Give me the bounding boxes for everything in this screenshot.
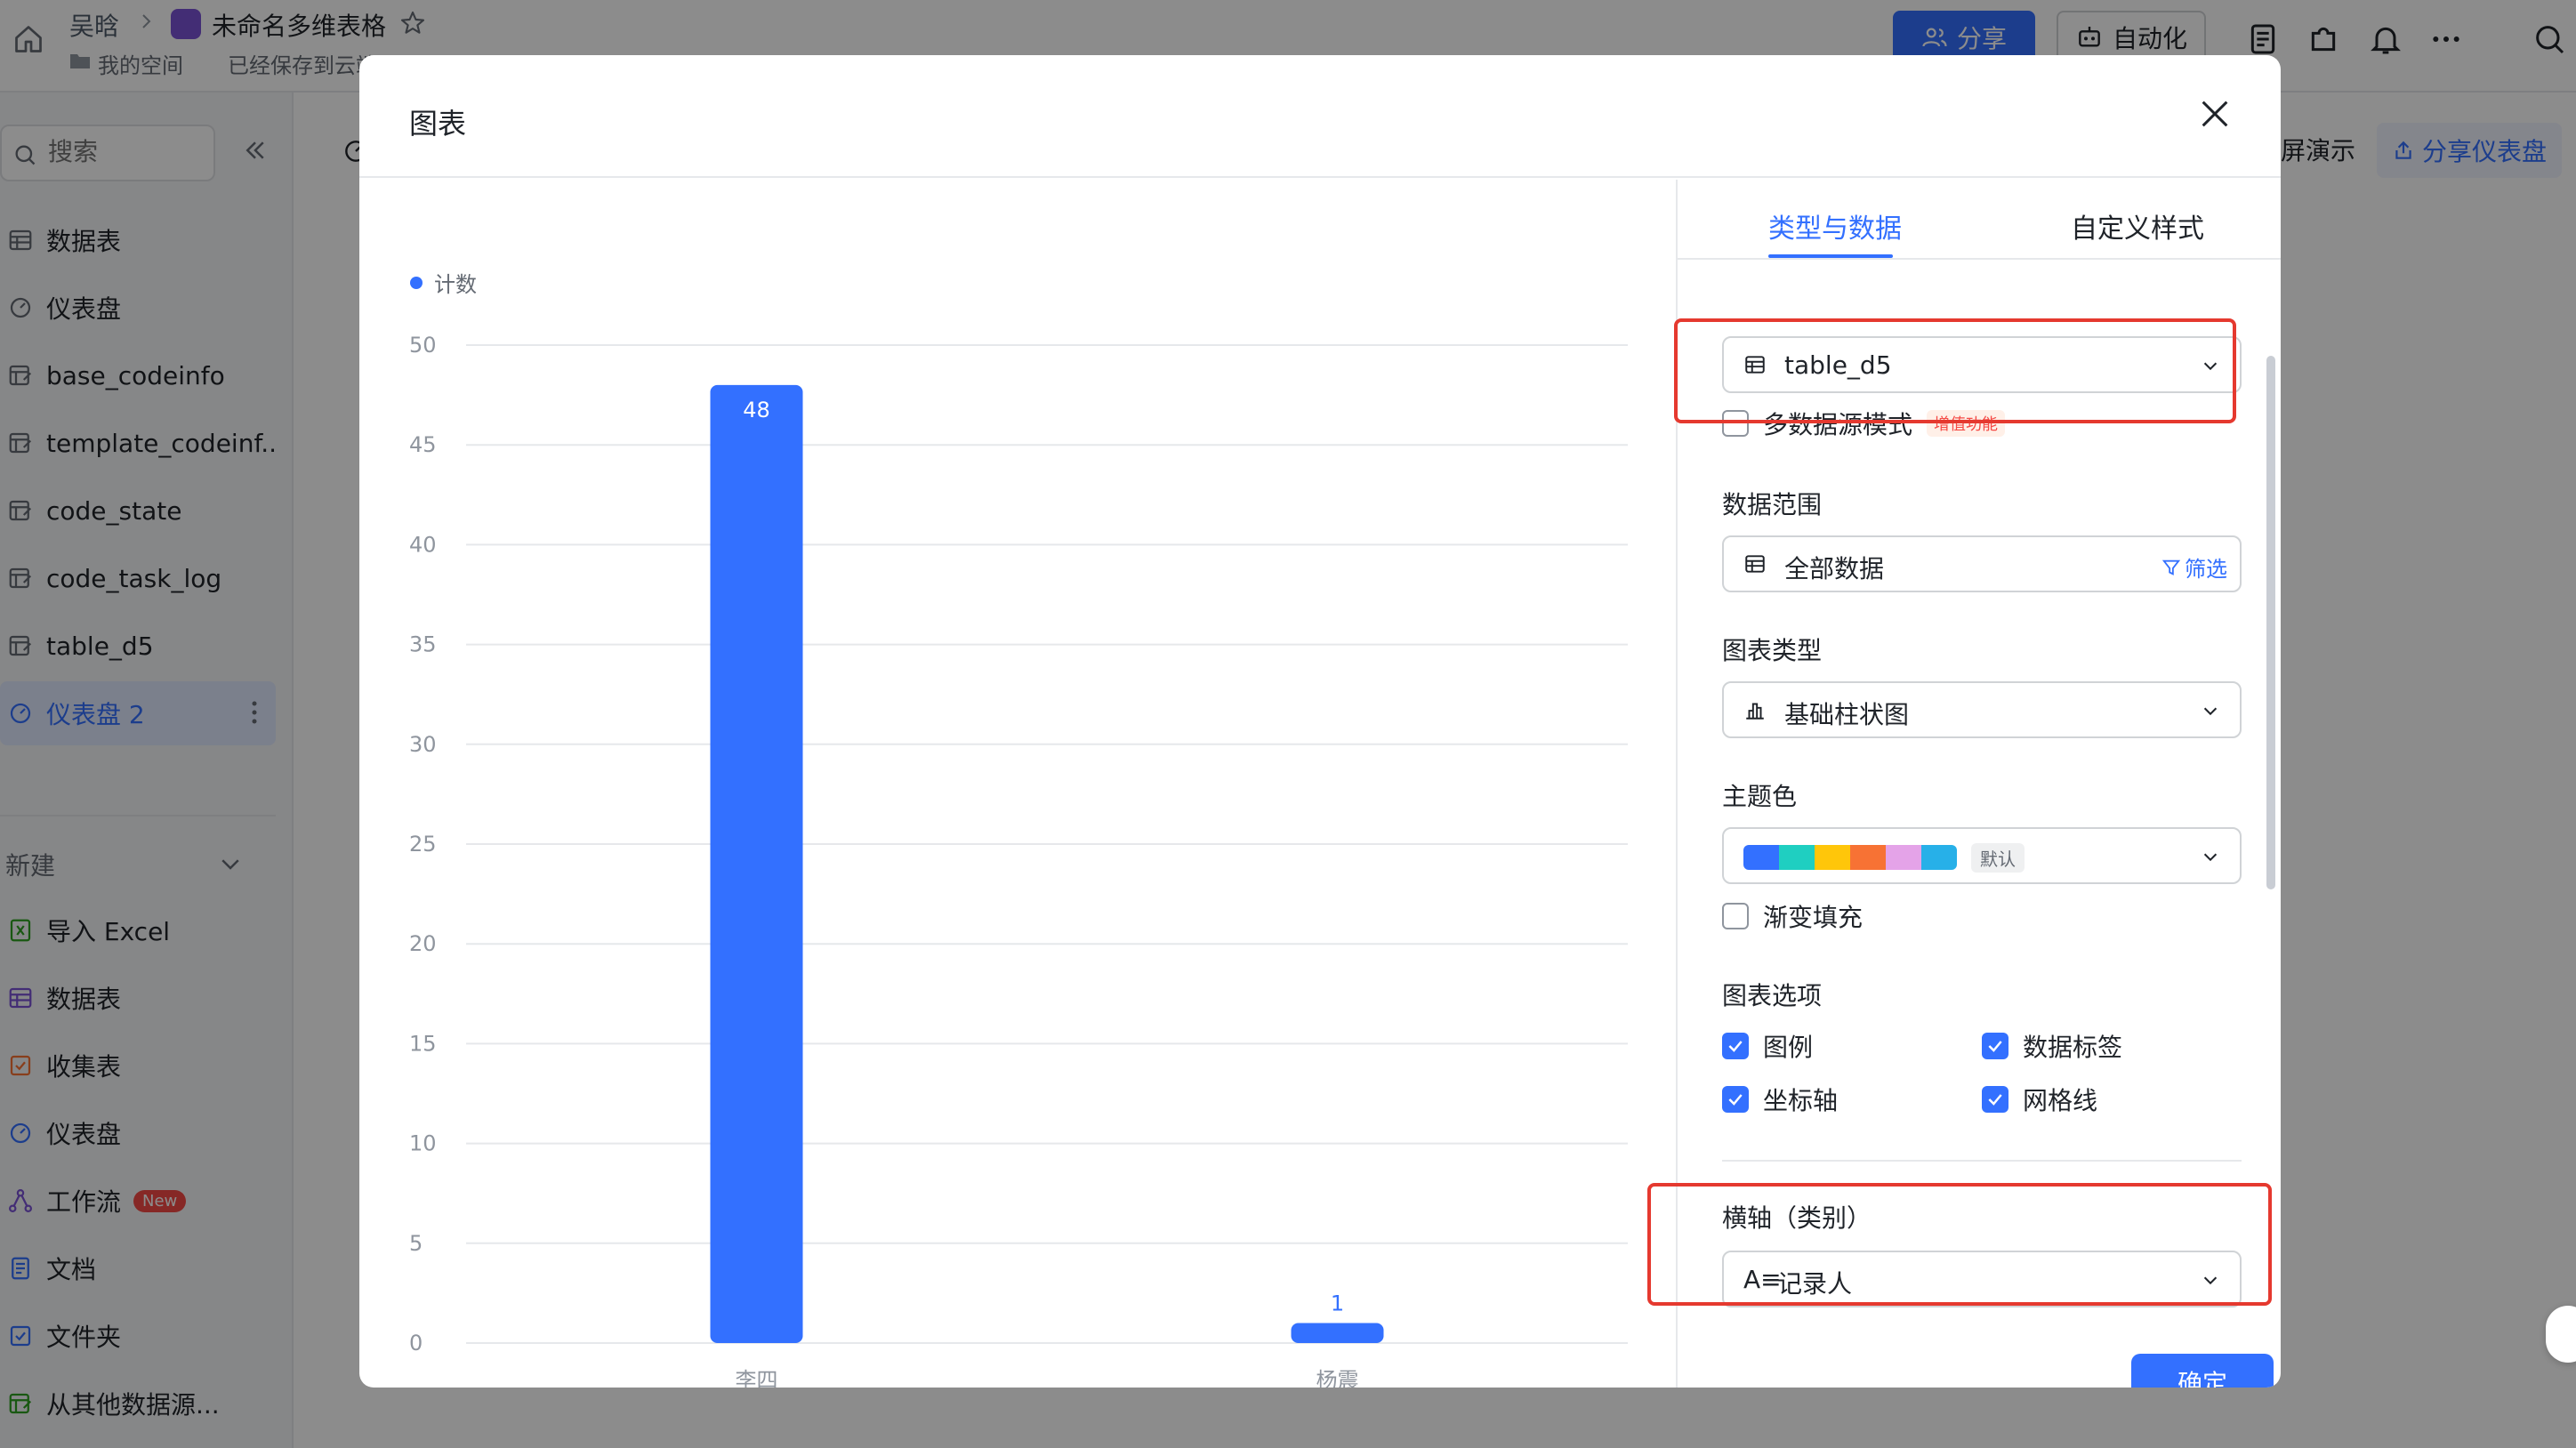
chevron-down-icon xyxy=(2203,853,2218,862)
checkbox-checked[interactable] xyxy=(1722,1086,1749,1113)
chevron-down-icon xyxy=(2203,707,2218,716)
bar-chart: 计数 0 5 10 15 20 25 30 35 40 45 50 48 李四 1 杨震 xyxy=(409,272,1628,1388)
chart-type-label: 图表类型 xyxy=(1722,636,1823,665)
y-tick-label: 25 xyxy=(409,832,437,857)
legend-label: 计数 xyxy=(434,272,477,297)
option-data-labels[interactable]: 数据标签 xyxy=(1982,1028,2122,1064)
y-tick-label: 15 xyxy=(409,1031,437,1056)
theme-palette xyxy=(1743,845,1957,870)
option-label: 图例 xyxy=(1763,1033,1814,1062)
gradient-label: 渐变填充 xyxy=(1763,903,1864,932)
y-tick-label: 50 xyxy=(409,333,437,358)
chart-modal: 图表 计数 0 5 10 15 20 25 30 35 40 45 50 48 李四 1 杨震 类型与数据 自… xyxy=(359,55,2281,1388)
chart-type-value: 基础柱状图 xyxy=(1784,700,1910,729)
close-icon[interactable] xyxy=(2197,96,2233,132)
chart-type-select[interactable]: 基础柱状图 xyxy=(1722,681,2242,738)
y-tick-label: 0 xyxy=(409,1331,423,1355)
checkbox-checked[interactable] xyxy=(1982,1086,2008,1113)
y-tick-label: 5 xyxy=(409,1231,423,1256)
option-axis[interactable]: 坐标轴 xyxy=(1722,1082,1838,1117)
y-tick-label: 30 xyxy=(409,732,437,757)
theme-color-swatch xyxy=(1743,845,1779,870)
checkbox-checked[interactable] xyxy=(1982,1033,2008,1059)
tab-divider xyxy=(1678,258,2281,260)
option-label: 网格线 xyxy=(2023,1086,2098,1115)
gradient-checkbox[interactable]: 渐变填充 xyxy=(1722,898,1863,934)
panel-scrollbar[interactable] xyxy=(2266,356,2275,889)
theme-select[interactable]: 默认 xyxy=(1722,827,2242,884)
bar xyxy=(1291,1323,1384,1343)
y-tick-label: 40 xyxy=(409,532,437,557)
data-range-label: 数据范围 xyxy=(1722,490,1823,519)
x-tick-label: 杨震 xyxy=(1316,1368,1359,1388)
y-tick-label: 20 xyxy=(409,931,437,956)
checkbox-checked[interactable] xyxy=(1722,1033,1749,1059)
theme-label: 主题色 xyxy=(1722,782,1798,811)
check-icon xyxy=(1988,1094,2002,1106)
data-range-value: 全部数据 xyxy=(1784,554,1885,583)
config-panel: 类型与数据 自定义样式 table_d5 多数据源模式 增值功能 数据范围 全部… xyxy=(1647,180,2281,1388)
theme-color-swatch xyxy=(1815,845,1850,870)
bar xyxy=(710,384,803,1343)
y-tick-label: 35 xyxy=(409,632,437,657)
section-divider xyxy=(1722,1160,2242,1162)
checkbox-box[interactable] xyxy=(1722,903,1749,929)
chart-preview: 计数 0 5 10 15 20 25 30 35 40 45 50 48 李四 1 杨震 xyxy=(359,180,1676,1388)
option-label: 坐标轴 xyxy=(1763,1086,1839,1115)
theme-color-swatch xyxy=(1850,845,1886,870)
tab-custom-style[interactable]: 自定义样式 xyxy=(2071,206,2204,245)
y-tick-label: 10 xyxy=(409,1131,437,1156)
chart-options-label: 图表选项 xyxy=(1722,981,1823,1010)
option-gridlines[interactable]: 网格线 xyxy=(1982,1082,2097,1117)
theme-color-swatch xyxy=(1779,845,1815,870)
default-tag: 默认 xyxy=(1971,843,2025,873)
filter-label: 筛选 xyxy=(2185,557,2227,582)
bar-chart-icon xyxy=(1746,703,1764,720)
data-range-select[interactable]: 全部数据 筛选 xyxy=(1722,535,2242,592)
floating-assistant-button[interactable] xyxy=(2546,1306,2576,1363)
option-legend[interactable]: 图例 xyxy=(1722,1028,1813,1064)
check-icon xyxy=(1728,1094,1743,1106)
check-icon xyxy=(1728,1041,1743,1052)
data-label: 1 xyxy=(1331,1291,1344,1316)
highlight-data-source xyxy=(1674,318,2236,423)
filter-icon xyxy=(2161,559,2181,575)
modal-title: 图表 xyxy=(409,107,467,141)
modal-header: 图表 xyxy=(359,55,2281,178)
highlight-x-axis xyxy=(1647,1183,2272,1306)
confirm-button[interactable]: 确定 xyxy=(2131,1354,2274,1388)
check-icon xyxy=(1988,1041,2002,1052)
y-tick-label: 45 xyxy=(409,432,437,457)
theme-color-swatch xyxy=(1886,845,1921,870)
legend-marker xyxy=(410,277,423,289)
theme-color-swatch xyxy=(1921,845,1957,870)
grid-icon xyxy=(1745,555,1765,573)
tab-type-data[interactable]: 类型与数据 xyxy=(1768,206,1902,245)
filter-button[interactable]: 筛选 xyxy=(2161,551,2227,583)
option-label: 数据标签 xyxy=(2023,1033,2123,1062)
x-tick-label: 李四 xyxy=(736,1368,778,1388)
data-label: 48 xyxy=(743,398,770,422)
